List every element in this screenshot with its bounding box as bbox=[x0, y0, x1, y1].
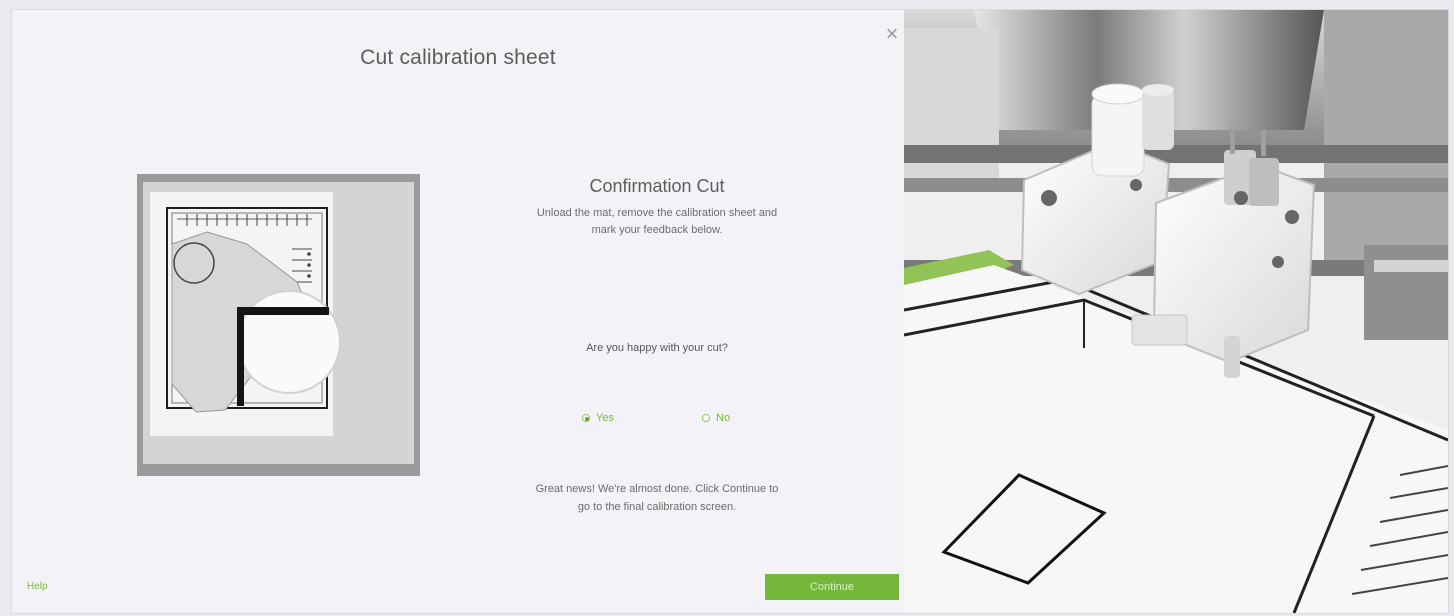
success-message-line-2: go to the final calibration screen. bbox=[577, 501, 737, 513]
help-link[interactable]: Help bbox=[27, 581, 48, 592]
success-message-line-1: Great news! We're almost done. Click Con… bbox=[535, 483, 779, 495]
cutting-machine-image bbox=[904, 10, 1448, 613]
yes-radio-label: Yes bbox=[596, 412, 614, 424]
cut-feedback-question: Are you happy with your cut? bbox=[586, 342, 728, 354]
cut-feedback-radio-group: Yes No bbox=[582, 412, 802, 432]
no-radio-label: No bbox=[716, 412, 731, 424]
calibration-mat-illustration bbox=[137, 174, 420, 476]
radio-unselected-icon bbox=[702, 414, 710, 422]
confirmation-heading: Confirmation Cut bbox=[589, 176, 725, 196]
continue-button[interactable]: Continue bbox=[765, 574, 899, 600]
instructions-text: Unload the mat, remove the calibration s… bbox=[492, 205, 822, 239]
cut-calibration-dialog: Cut calibration sheet × Confirmation Cut… bbox=[12, 10, 1448, 613]
close-icon: × bbox=[885, 21, 899, 46]
dialog-left-panel: Cut calibration sheet × Confirmation Cut… bbox=[12, 10, 904, 613]
confirmation-content: Confirmation Cut Unload the mat, remove … bbox=[492, 170, 822, 239]
instructions-line-1: Unload the mat, remove the calibration s… bbox=[536, 207, 778, 219]
yes-radio-option[interactable]: Yes bbox=[582, 412, 614, 424]
instructions-line-2: mark your feedback below. bbox=[591, 224, 723, 236]
success-message: Great news! We're almost done. Click Con… bbox=[492, 480, 822, 516]
close-button[interactable]: × bbox=[882, 21, 902, 46]
radio-selected-icon bbox=[582, 414, 590, 422]
dialog-title: Cut calibration sheet bbox=[360, 46, 556, 69]
cutting-machine-photo bbox=[904, 10, 1448, 613]
no-radio-option[interactable]: No bbox=[702, 412, 730, 424]
